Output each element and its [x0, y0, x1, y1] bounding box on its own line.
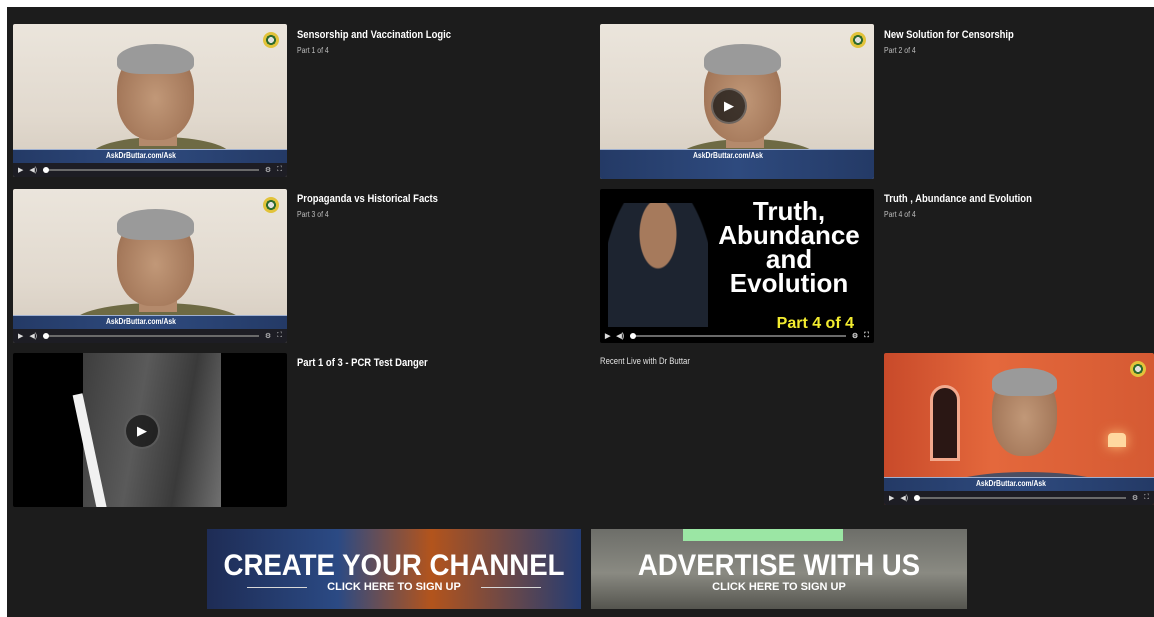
advertise-heading: ADVERTISE WITH US [637, 549, 921, 582]
promo-title: Truth, Abundance and Evolution [718, 196, 860, 298]
video-banner: AskDrButtar.com/Ask [884, 477, 1154, 491]
play-icon[interactable]: ▶ [124, 413, 160, 449]
video-thumbnail-2[interactable]: ▶ AskDrButtar.com/Ask [600, 24, 874, 179]
video-title-5[interactable]: Part 1 of 3 - PCR Test Danger [297, 357, 428, 369]
play-icon[interactable]: ▶ [18, 332, 23, 340]
volume-icon[interactable]: ◀) [29, 166, 37, 174]
advertise-screen [683, 529, 843, 541]
advertise-banner[interactable]: ADVERTISE WITH US CLICK HERE TO SIGN UP [591, 529, 967, 609]
video-thumbnail-6[interactable]: AskDrButtar.com/Ask ▶ ◀) ⚙ ⛶ [884, 353, 1154, 505]
player-controls: ▶ ◀) ⚙ ⛶ [884, 491, 1154, 505]
video-subtitle-3: Part 3 of 4 [297, 210, 329, 219]
video-banner: AskDrButtar.com/Ask [13, 149, 287, 163]
video-grid: AskDrButtar.com/Ask ▶ ◀) ⚙ ⛶ Sensorship … [7, 7, 1154, 617]
channel-logo-icon [850, 32, 866, 48]
video-subtitle-4: Part 4 of 4 [884, 210, 916, 219]
create-channel-cta[interactable]: CLICK HERE TO SIGN UP [207, 581, 581, 593]
settings-icon[interactable]: ⚙ [265, 332, 271, 340]
presenter-photo [608, 203, 708, 327]
video-subtitle-1: Part 1 of 4 [297, 46, 329, 55]
advertise-cta[interactable]: CLICK HERE TO SIGN UP [591, 581, 967, 593]
settings-icon[interactable]: ⚙ [1132, 494, 1138, 502]
play-icon[interactable]: ▶ [889, 494, 894, 502]
fullscreen-icon[interactable]: ⛶ [277, 166, 282, 174]
player-controls: ▶ ◀) ⚙ ⛶ [13, 329, 287, 343]
fullscreen-icon[interactable]: ⛶ [277, 332, 282, 340]
video-thumbnail-5[interactable]: ▶ [13, 353, 287, 507]
video-banner: AskDrButtar.com/Ask [13, 315, 287, 329]
video-thumbnail-1[interactable]: AskDrButtar.com/Ask ▶ ◀) ⚙ ⛶ [13, 24, 287, 177]
video-title-6[interactable]: Recent Live with Dr Buttar [600, 356, 690, 366]
seek-bar[interactable] [43, 167, 259, 173]
video-subtitle-2: Part 2 of 4 [884, 46, 916, 55]
fullscreen-icon[interactable]: ⛶ [864, 332, 869, 340]
volume-icon[interactable]: ◀) [900, 494, 908, 502]
seek-bar[interactable] [43, 333, 259, 339]
video-thumbnail-4[interactable]: Truth, Abundance and Evolution Part 4 of… [600, 189, 874, 343]
play-icon[interactable]: ▶ [605, 332, 610, 340]
video-title-1[interactable]: Sensorship and Vaccination Logic [297, 29, 451, 41]
video-title-4[interactable]: Truth , Abundance and Evolution [884, 193, 1032, 205]
settings-icon[interactable]: ⚙ [265, 166, 271, 174]
volume-icon[interactable]: ◀) [616, 332, 624, 340]
channel-logo-icon [263, 197, 279, 213]
volume-icon[interactable]: ◀) [29, 332, 37, 340]
seek-bar[interactable] [914, 495, 1126, 501]
player-controls: ▶ ◀) ⚙ ⛶ [600, 329, 874, 343]
settings-icon[interactable]: ⚙ [852, 332, 858, 340]
fullscreen-icon[interactable]: ⛶ [1144, 494, 1149, 502]
seek-bar[interactable] [630, 333, 846, 339]
video-thumbnail-3[interactable]: AskDrButtar.com/Ask ▶ ◀) ⚙ ⛶ [13, 189, 287, 343]
video-banner: AskDrButtar.com/Ask [600, 149, 874, 179]
video-title-2[interactable]: New Solution for Censorship [884, 29, 1014, 41]
play-icon[interactable]: ▶ [18, 166, 23, 174]
create-channel-heading: CREATE YOUR CHANNEL [223, 549, 565, 582]
channel-logo-icon [1130, 361, 1146, 377]
player-controls: ▶ ◀) ⚙ ⛶ [13, 163, 287, 177]
video-title-3[interactable]: Propaganda vs Historical Facts [297, 193, 438, 205]
create-channel-banner[interactable]: CREATE YOUR CHANNEL CLICK HERE TO SIGN U… [207, 529, 581, 609]
play-icon[interactable]: ▶ [711, 88, 747, 124]
channel-logo-icon [263, 32, 279, 48]
